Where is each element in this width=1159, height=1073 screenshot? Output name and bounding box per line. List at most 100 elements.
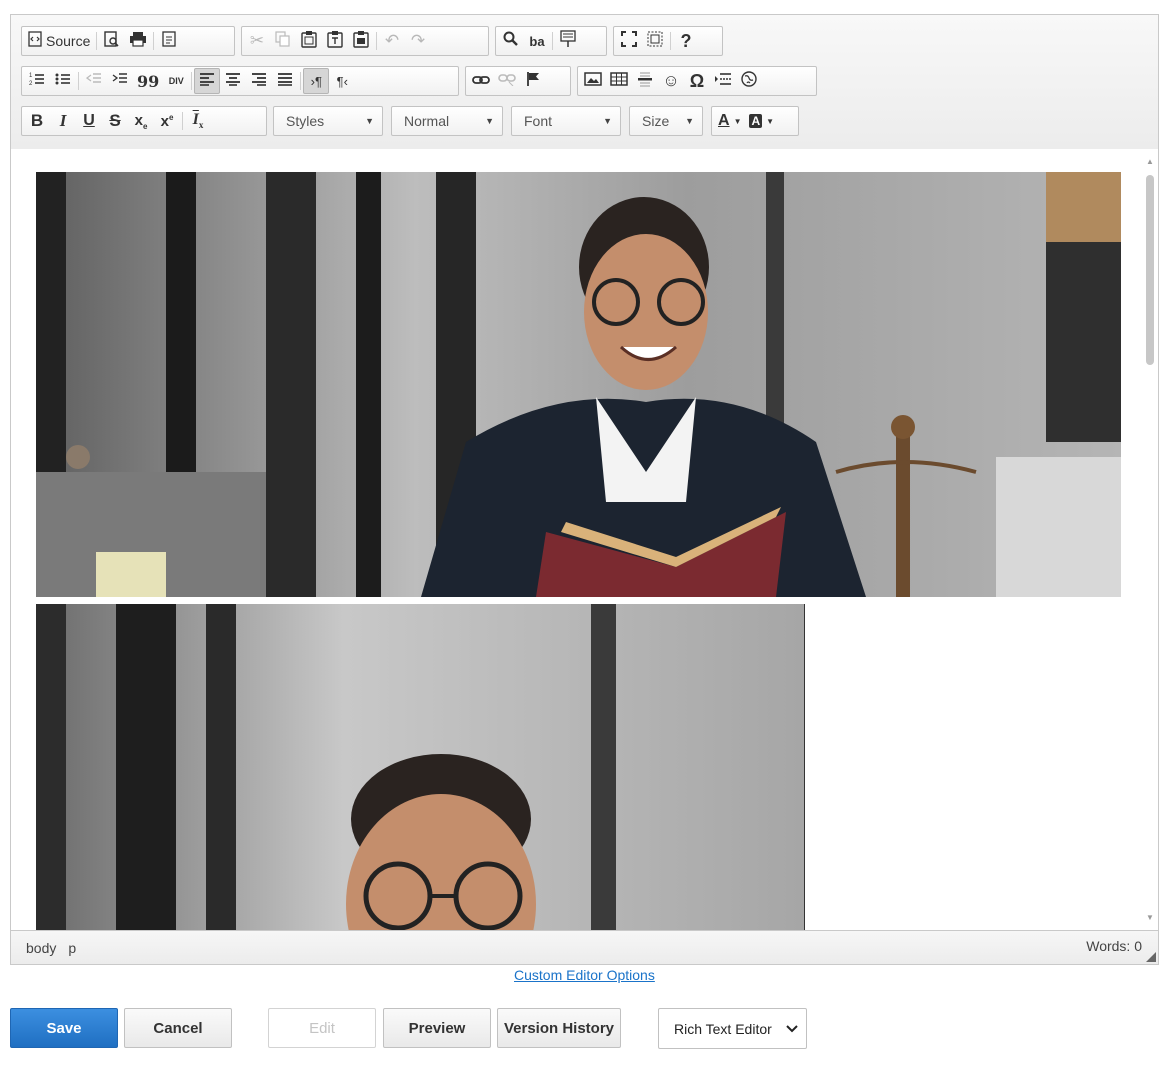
- preview-button[interactable]: Preview: [383, 1008, 491, 1048]
- chevron-down-icon: [786, 1022, 798, 1036]
- blockquote-button[interactable]: 99: [133, 68, 163, 94]
- custom-editor-options-link[interactable]: Custom Editor Options: [514, 967, 655, 983]
- preview-button[interactable]: [99, 28, 125, 54]
- templates-button[interactable]: [156, 28, 182, 54]
- editor-content[interactable]: ▲ ▼: [11, 149, 1158, 933]
- italic-button[interactable]: I: [50, 108, 76, 134]
- size-label: Size: [642, 113, 670, 129]
- numbered-list-button[interactable]: 12: [24, 68, 50, 94]
- align-left-button[interactable]: [194, 68, 221, 94]
- version-history-button[interactable]: Version History: [497, 1008, 621, 1048]
- justify-button[interactable]: [272, 68, 298, 94]
- underline-button[interactable]: U: [76, 108, 102, 134]
- maximize-button[interactable]: [616, 28, 642, 54]
- bold-button[interactable]: B: [24, 108, 50, 134]
- path-item-body[interactable]: body: [26, 940, 56, 956]
- scroll-down-arrow-icon[interactable]: ▼: [1142, 911, 1158, 925]
- replace-button[interactable]: b͏a: [524, 28, 550, 54]
- special-char-icon: Ω: [689, 70, 705, 91]
- scrollbar-thumb[interactable]: [1146, 175, 1154, 365]
- copy-button[interactable]: [270, 28, 296, 54]
- special-char-button[interactable]: Ω: [684, 68, 710, 94]
- size-combo[interactable]: Size ▼: [629, 106, 703, 136]
- select-all-icon: [560, 30, 576, 52]
- underline-icon: U: [83, 112, 95, 129]
- svg-text:2: 2: [29, 81, 33, 87]
- paste-button[interactable]: [296, 28, 322, 54]
- undo-button[interactable]: ↶: [379, 28, 405, 54]
- insert-group: ☺ Ω: [577, 66, 817, 96]
- content-image-2[interactable]: [36, 604, 805, 933]
- redo-button[interactable]: ↷: [405, 28, 431, 54]
- strikethrough-icon: S: [109, 111, 121, 130]
- separator: [191, 72, 193, 90]
- image-button[interactable]: [580, 68, 606, 94]
- rtl-button[interactable]: ¶‹: [329, 68, 355, 94]
- remove-format-icon: Ix: [192, 111, 204, 131]
- align-right-button[interactable]: [246, 68, 272, 94]
- show-blocks-button[interactable]: [642, 28, 668, 54]
- subscript-button[interactable]: xe: [128, 108, 154, 134]
- strikethrough-button[interactable]: S: [102, 108, 128, 134]
- indent-button[interactable]: [107, 68, 133, 94]
- paste-text-button[interactable]: [322, 28, 348, 54]
- editor-mode-value: Rich Text Editor: [674, 1020, 772, 1037]
- bulleted-list-button[interactable]: [50, 68, 76, 94]
- help-button[interactable]: ?: [673, 28, 699, 54]
- font-combo[interactable]: Font ▼: [511, 106, 621, 136]
- editor-scrollbar[interactable]: ▲ ▼: [1142, 149, 1158, 933]
- background-color-button[interactable]: A ▼: [745, 108, 778, 134]
- link-icon: [472, 73, 490, 90]
- content-image-1[interactable]: [36, 172, 1121, 597]
- text-color-button[interactable]: A ▼: [714, 108, 745, 134]
- table-button[interactable]: [606, 68, 632, 94]
- cut-icon: ✂: [249, 31, 265, 50]
- styles-combo[interactable]: Styles ▼: [273, 106, 383, 136]
- cancel-button[interactable]: Cancel: [124, 1008, 232, 1048]
- anchor-button[interactable]: [520, 68, 546, 94]
- subscript-icon: xe: [134, 111, 148, 131]
- align-center-icon: [225, 72, 241, 90]
- outdent-button[interactable]: [81, 68, 107, 94]
- basicstyles-group: B I U S xe xe Ix: [21, 106, 267, 136]
- iframe-button[interactable]: [736, 68, 762, 94]
- horizontal-rule-button[interactable]: [632, 68, 658, 94]
- toolbar-row-3: B I U S xe xe Ix Styles ▼ Normal ▼ Font …: [21, 105, 805, 137]
- links-group: [465, 66, 571, 96]
- paste-word-button[interactable]: [348, 28, 374, 54]
- scroll-up-arrow-icon[interactable]: ▲: [1142, 155, 1158, 169]
- separator: [300, 72, 302, 90]
- find-button[interactable]: [498, 28, 524, 54]
- toolbar-row-2: 12 99 DIV ›¶ ¶‹ ☺ Ω: [21, 65, 823, 97]
- outdent-icon: [85, 71, 102, 91]
- editor-mode-select[interactable]: Rich Text Editor: [658, 1008, 807, 1049]
- preview-icon: [104, 30, 120, 52]
- create-div-button[interactable]: DIV: [163, 68, 189, 94]
- edit-button[interactable]: Edit: [268, 1008, 376, 1048]
- maximize-icon: [621, 31, 637, 51]
- save-button[interactable]: Save: [10, 1008, 118, 1048]
- ltr-button[interactable]: ›¶: [303, 68, 330, 94]
- smiley-button[interactable]: ☺: [658, 68, 684, 94]
- paste-word-icon: [353, 30, 369, 52]
- separator: [670, 32, 671, 50]
- source-icon: [28, 31, 42, 51]
- element-path: body p: [26, 940, 76, 956]
- source-button[interactable]: Source: [24, 28, 94, 54]
- source-label: Source: [46, 33, 91, 49]
- remove-format-button[interactable]: Ix: [185, 108, 211, 134]
- resize-handle-icon[interactable]: [1146, 952, 1156, 962]
- horizontal-rule-icon: [637, 71, 653, 91]
- select-all-button[interactable]: [555, 28, 581, 54]
- print-button[interactable]: [125, 28, 151, 54]
- link-button[interactable]: [468, 68, 494, 94]
- bulleted-list-icon: [55, 71, 71, 91]
- unlink-button[interactable]: [494, 68, 520, 94]
- page-break-button[interactable]: [710, 68, 736, 94]
- chevron-down-icon: ▼: [766, 116, 775, 126]
- superscript-button[interactable]: xe: [154, 108, 180, 134]
- format-combo[interactable]: Normal ▼: [391, 106, 503, 136]
- cut-button[interactable]: ✂: [244, 28, 270, 54]
- align-center-button[interactable]: [220, 68, 246, 94]
- path-item-p[interactable]: p: [68, 940, 76, 956]
